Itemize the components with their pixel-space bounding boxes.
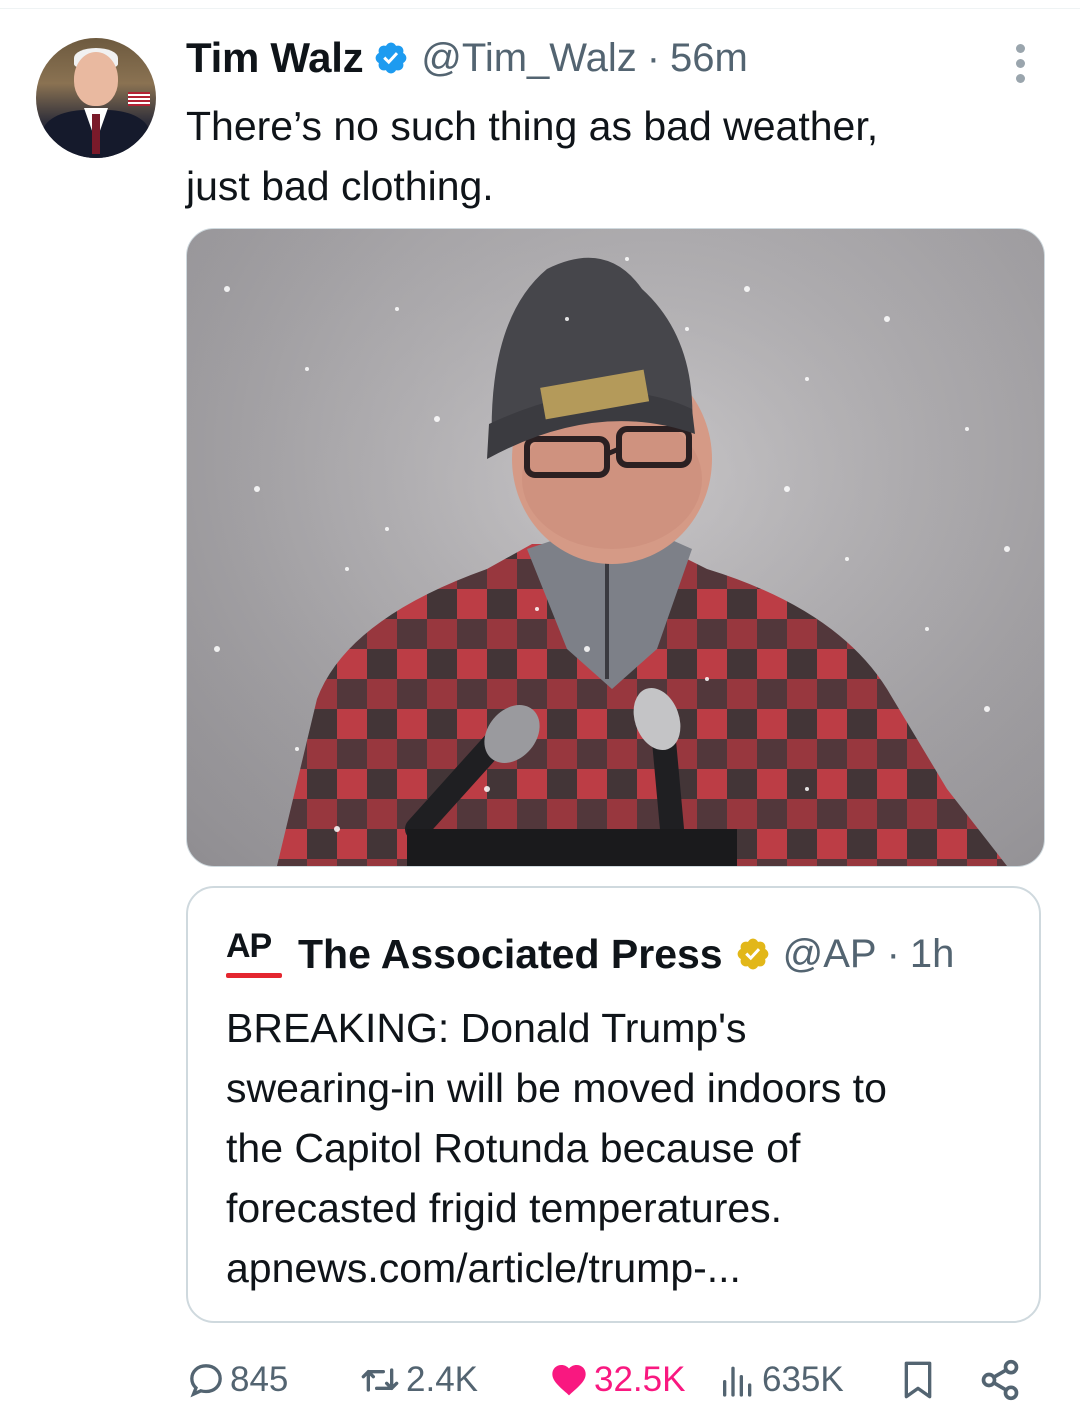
- author-name[interactable]: Tim Walz: [186, 34, 364, 82]
- quote-text-line: swearing-in will be moved indoors to: [226, 1065, 887, 1111]
- author-avatar[interactable]: [36, 38, 156, 158]
- quote-header: AP The Associated Press @AP · 1h: [226, 926, 954, 982]
- reply-button[interactable]: 845: [186, 1350, 288, 1410]
- share-icon: [981, 1359, 1019, 1401]
- quote-author-handle[interactable]: @AP: [783, 932, 877, 977]
- separator-dot: ·: [646, 35, 661, 80]
- quote-time[interactable]: 1h: [910, 932, 955, 977]
- bookmark-icon: [904, 1361, 932, 1399]
- verified-badge-icon: [375, 42, 407, 74]
- reply-count: 845: [230, 1360, 289, 1399]
- like-count: 32.5K: [594, 1360, 686, 1399]
- tweet-text: There’s no such thing as bad weather, ju…: [186, 96, 1046, 216]
- quoted-tweet-card[interactable]: AP The Associated Press @AP · 1h BREAKIN…: [186, 886, 1041, 1323]
- separator-dot: ·: [886, 931, 900, 976]
- quote-text-line: the Capitol Rotunda because of: [226, 1125, 801, 1171]
- like-button[interactable]: 32.5K: [548, 1350, 685, 1410]
- tweet-text-line: just bad clothing.: [186, 163, 494, 209]
- repost-button[interactable]: 2.4K: [358, 1350, 478, 1410]
- tweet-header: Tim Walz @Tim_Walz · 56m: [186, 34, 748, 82]
- views-count: 635K: [762, 1360, 844, 1399]
- quote-link[interactable]: apnews.com/article/trump-...: [226, 1238, 1016, 1298]
- bookmark-button[interactable]: [898, 1350, 938, 1410]
- reply-icon: [190, 1364, 222, 1398]
- tweet-photo[interactable]: [186, 228, 1045, 867]
- repost-count: 2.4K: [406, 1360, 478, 1399]
- quote-text-line: BREAKING: Donald Trump's: [226, 1005, 747, 1051]
- quote-text-line: forecasted frigid temperatures.: [226, 1185, 783, 1231]
- verified-badge-icon: [737, 938, 768, 970]
- quote-text: BREAKING: Donald Trump's swearing-in wil…: [226, 998, 1016, 1298]
- author-handle[interactable]: @Tim_Walz: [421, 36, 636, 81]
- repost-icon: [361, 1368, 399, 1392]
- top-divider: [0, 8, 1080, 9]
- ap-logo[interactable]: AP: [226, 926, 284, 982]
- like-icon: [552, 1365, 586, 1396]
- tweet-action-bar: 845 2.4K 32.5K 635K: [186, 1350, 1046, 1410]
- quote-author-name[interactable]: The Associated Press: [298, 931, 723, 978]
- share-button[interactable]: [978, 1350, 1022, 1410]
- tweet-text-line: There’s no such thing as bad weather,: [186, 103, 879, 149]
- tweet-time[interactable]: 56m: [670, 36, 748, 81]
- views-icon: [723, 1366, 752, 1397]
- views-button[interactable]: 635K: [718, 1350, 844, 1410]
- more-options-icon[interactable]: [1010, 44, 1030, 86]
